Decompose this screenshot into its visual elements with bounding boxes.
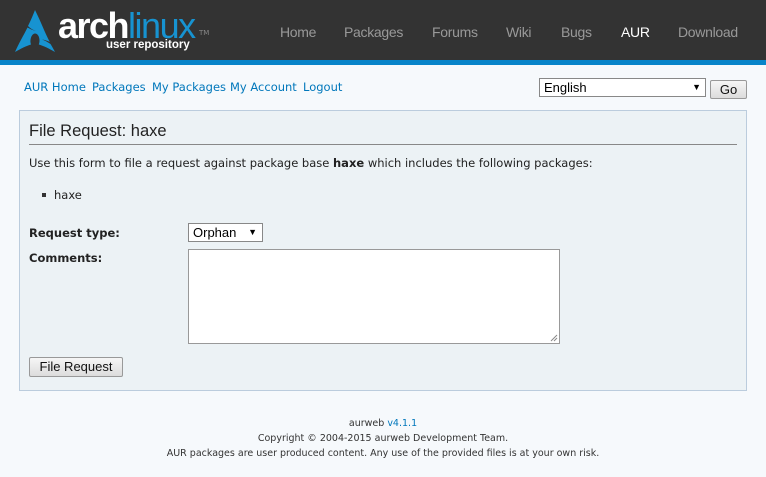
version-link[interactable]: v4.1.1 bbox=[387, 418, 417, 429]
subnav-packages[interactable]: Packages bbox=[92, 80, 146, 94]
go-button[interactable]: Go bbox=[710, 80, 747, 99]
logo-trademark: TM bbox=[199, 29, 210, 37]
package-list-item: haxe bbox=[54, 188, 82, 202]
topnav-download[interactable]: Download bbox=[678, 24, 738, 40]
footer-notice: AUR packages are user produced content. … bbox=[166, 448, 600, 459]
site-header: archlinux TM user repository Home Packag… bbox=[0, 0, 766, 60]
language-selected-value: English bbox=[544, 80, 587, 95]
request-type-label: Request type: bbox=[29, 226, 120, 240]
topnav-home[interactable]: Home bbox=[280, 24, 316, 40]
intro-package-name: haxe bbox=[333, 156, 365, 170]
page-title: File Request: haxe bbox=[29, 122, 167, 140]
topnav-bugs[interactable]: Bugs bbox=[561, 24, 592, 40]
list-bullet-icon bbox=[42, 193, 46, 197]
file-request-button[interactable]: File Request bbox=[29, 357, 123, 377]
dropdown-arrow-icon: ▼ bbox=[692, 82, 701, 92]
arch-logo-icon bbox=[15, 10, 55, 52]
topnav-packages[interactable]: Packages bbox=[344, 24, 403, 40]
language-select[interactable]: English ▼ bbox=[539, 78, 706, 97]
footer-version: aurweb v4.1.1 bbox=[348, 418, 418, 429]
footer-copyright: Copyright © 2004-2015 aurweb Development… bbox=[257, 433, 509, 444]
request-type-select[interactable]: Orphan ▼ bbox=[188, 223, 263, 242]
topnav-wiki[interactable]: Wiki bbox=[506, 24, 532, 40]
subnav-my-account[interactable]: My Account bbox=[230, 80, 297, 94]
topnav-aur[interactable]: AUR bbox=[621, 24, 650, 40]
archlinux-logo[interactable]: archlinux TM user repository bbox=[14, 6, 214, 55]
request-type-value: Orphan bbox=[193, 225, 237, 240]
subnav-logout[interactable]: Logout bbox=[303, 80, 342, 94]
subnav-aur-home[interactable]: AUR Home bbox=[24, 80, 86, 94]
subnav-my-packages[interactable]: My Packages bbox=[152, 80, 226, 94]
logo-subtitle: user repository bbox=[106, 39, 190, 51]
topnav-forums[interactable]: Forums bbox=[432, 24, 478, 40]
header-accent-stripe bbox=[0, 60, 766, 65]
resize-grip-icon[interactable] bbox=[550, 334, 558, 342]
dropdown-arrow-icon: ▼ bbox=[248, 227, 257, 237]
form-intro: Use this form to file a request against … bbox=[29, 156, 593, 170]
comments-textarea[interactable] bbox=[188, 249, 560, 344]
comments-label: Comments: bbox=[29, 251, 103, 265]
title-divider bbox=[29, 144, 737, 145]
